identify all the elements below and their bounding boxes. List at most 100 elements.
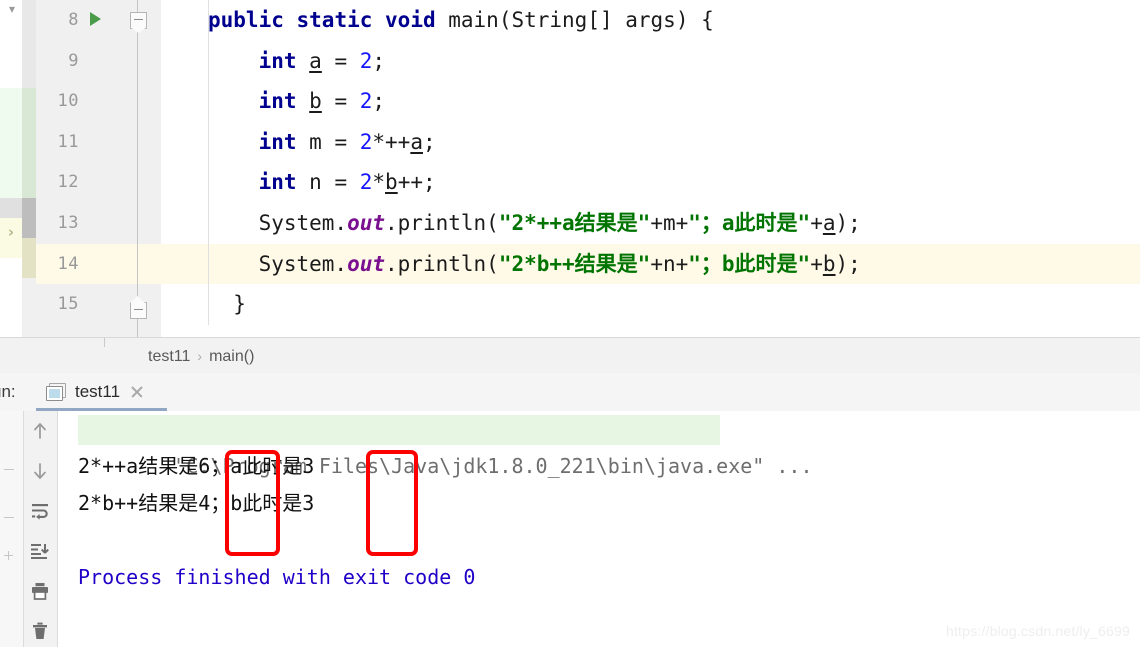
- watermark: https://blog.csdn.net/ly_6699: [945, 623, 1130, 639]
- breadcrumb-method[interactable]: main(): [209, 348, 254, 365]
- gutter-row[interactable]: 14: [36, 243, 161, 285]
- line-number: 13: [57, 212, 79, 233]
- code-token-plain: m =: [296, 129, 360, 154]
- run-tab-test11[interactable]: test11: [36, 373, 155, 411]
- up-arrow-icon[interactable]: [24, 411, 57, 451]
- code-token-plain: *++: [372, 129, 411, 154]
- console-exit-line: Process finished with exit code 0: [78, 565, 476, 589]
- code-token-plain: }: [208, 292, 246, 317]
- code-token-str: "2*++a结果是": [498, 210, 651, 235]
- line-number: 14: [57, 253, 79, 274]
- annotation-box-result-values: [225, 450, 280, 556]
- line-number: 10: [57, 91, 79, 112]
- code-token-plain: +m+: [650, 210, 689, 235]
- breadcrumb[interactable]: test11 › main(): [148, 338, 254, 374]
- run-tab-label: test11: [75, 382, 121, 401]
- console-output[interactable]: "C:\Program Files\Java\jdk1.8.0_221\bin\…: [58, 411, 1140, 647]
- gutter-row[interactable]: 12: [36, 162, 161, 203]
- intellij-idea-window: ▾ › 8 9 10 11 12 13 14 15 public static void ma…: [0, 0, 1140, 647]
- code-token-plain: +: [810, 251, 823, 276]
- code-token-num: 2: [359, 48, 373, 73]
- line-number: 12: [57, 172, 79, 193]
- code-token-kw: int: [258, 48, 297, 73]
- tool-window-side-rail: [0, 411, 24, 647]
- code-token-plain: *: [372, 170, 386, 195]
- code-token-plain: ;: [422, 129, 436, 154]
- gutter-change-current: [22, 238, 36, 278]
- code-token-plain: System.: [208, 251, 348, 276]
- code-token-plain: .println(: [385, 210, 499, 235]
- code-token-str: "；b此时是": [688, 251, 811, 276]
- code-token-num: 2: [359, 170, 373, 195]
- code-token-und: b: [385, 170, 398, 195]
- editor-marker-strip[interactable]: ▾ ›: [0, 0, 22, 337]
- code-fold-down-icon[interactable]: [130, 12, 147, 29]
- expand-chevron-right-icon[interactable]: ›: [3, 222, 19, 242]
- code-line[interactable]: public static void main(String[] args) {: [161, 0, 1140, 41]
- run-window-label: un:: [0, 382, 16, 401]
- code-line[interactable]: int m = 2*++a;: [161, 121, 1140, 163]
- line-number: 11: [57, 131, 79, 152]
- code-text-area[interactable]: public static void main(String[] args) {…: [161, 0, 1140, 337]
- code-token-und: a: [410, 129, 423, 154]
- chevron-down-icon[interactable]: ▾: [4, 2, 20, 16]
- print-icon[interactable]: [24, 571, 57, 611]
- code-line[interactable]: int a = 2;: [161, 40, 1140, 82]
- code-token-plain: main(String[] args) {: [435, 8, 714, 32]
- scroll-to-end-icon[interactable]: [24, 531, 57, 571]
- code-line[interactable]: int n = 2*b++;: [161, 162, 1140, 203]
- line-number: 9: [68, 50, 79, 71]
- code-fold-up-icon[interactable]: [130, 302, 147, 319]
- gutter-row[interactable]: 9: [36, 41, 161, 82]
- gutter-row[interactable]: 13: [36, 203, 161, 244]
- code-token-plain: +: [810, 210, 823, 235]
- breadcrumb-bar: test11 › main(): [0, 337, 1140, 375]
- breadcrumb-class[interactable]: test11: [148, 348, 190, 365]
- code-token-kw: void: [385, 8, 436, 32]
- code-token-kw: public: [208, 8, 284, 32]
- code-token-kw: static: [296, 8, 373, 32]
- code-token-fld: out: [347, 210, 386, 235]
- code-line[interactable]: System.out.println("2*++a结果是"+m+"；a此时是"+…: [161, 202, 1140, 244]
- code-token-plain: =: [321, 48, 360, 73]
- soft-wrap-icon[interactable]: [24, 491, 57, 531]
- code-line[interactable]: System.out.println("2*b++结果是"+n+"；b此时是"+…: [161, 243, 1140, 285]
- code-token-und: b: [822, 251, 836, 276]
- gutter-row[interactable]: 11: [36, 122, 161, 163]
- code-line[interactable]: int b = 2;: [161, 81, 1140, 122]
- down-arrow-icon[interactable]: [24, 451, 57, 491]
- console-toolbar[interactable]: [24, 411, 58, 647]
- annotation-box-variable-values: [366, 450, 418, 556]
- code-token-plain: =: [321, 89, 360, 114]
- close-icon[interactable]: [129, 384, 145, 400]
- code-line[interactable]: }: [161, 284, 1140, 325]
- code-token-num: 2: [359, 129, 373, 154]
- code-token-kw: int: [258, 170, 297, 195]
- breadcrumb-separator-icon: ›: [197, 348, 203, 364]
- console-output-line: 2*++a结果是6；a此时是3: [78, 454, 315, 478]
- code-token-plain: n =: [296, 170, 360, 195]
- gutter-change-added: [22, 88, 36, 198]
- console-output-line: 2*b++结果是4；b此时是3: [78, 491, 315, 515]
- run-tab-bar: un: test11: [0, 373, 1140, 411]
- code-token-fld: out: [347, 251, 386, 276]
- line-number-gutter[interactable]: 8 9 10 11 12 13 14 15: [36, 0, 161, 337]
- code-token-str: "2*b++结果是": [498, 251, 651, 276]
- gutter-row[interactable]: 10: [36, 81, 161, 122]
- trash-icon[interactable]: [24, 611, 57, 651]
- run-tool-window: un: test11: [0, 373, 1140, 647]
- code-token-num: 2: [359, 89, 373, 114]
- console-command-line: "C:\Program Files\Java\jdk1.8.0_221\bin\…: [58, 411, 1140, 478]
- code-token-plain: System.: [208, 210, 348, 235]
- run-configuration-icon: [46, 383, 66, 401]
- code-token-plain: );: [835, 210, 861, 235]
- code-token-plain: +n+: [650, 251, 689, 276]
- code-token-kw: int: [258, 129, 297, 154]
- run-gutter-icon[interactable]: [90, 12, 101, 26]
- code-token-plain: ;: [372, 48, 386, 73]
